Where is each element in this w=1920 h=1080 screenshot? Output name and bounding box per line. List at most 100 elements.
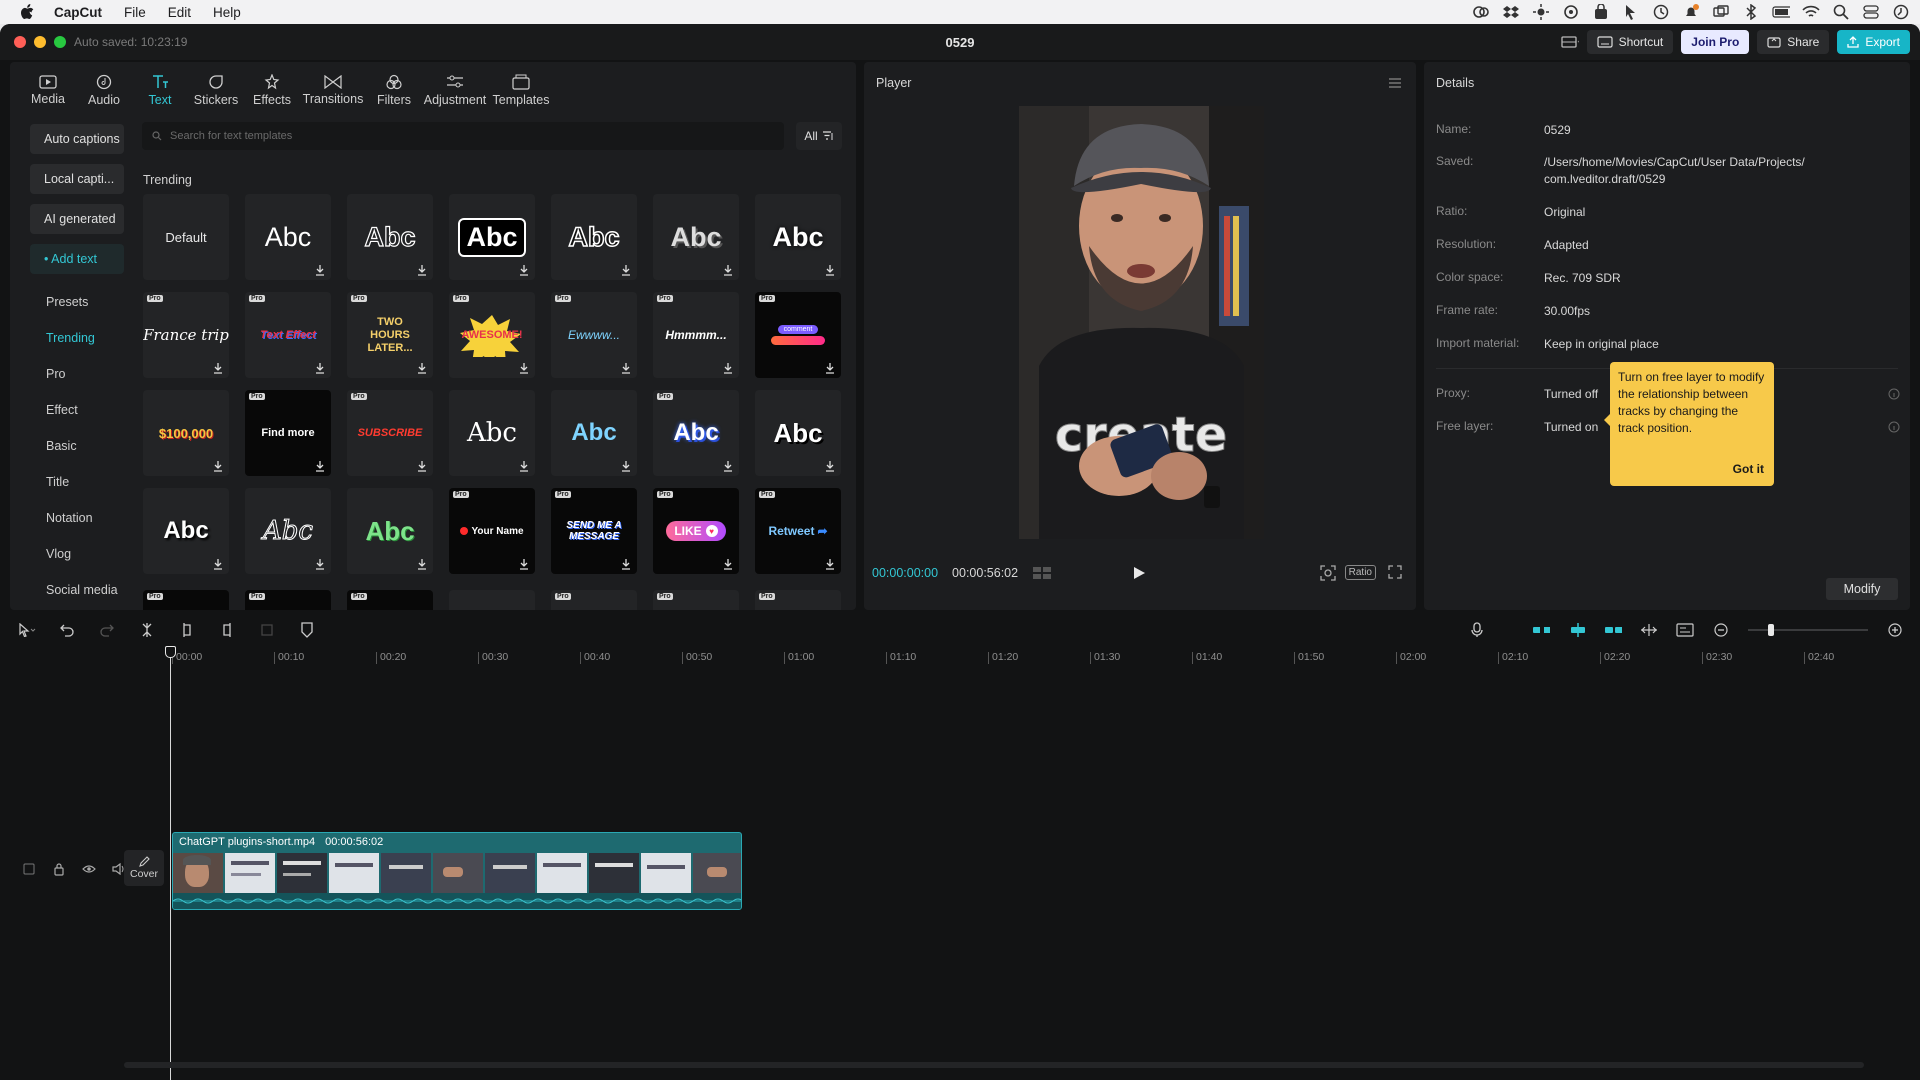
sidebar-item-notation[interactable]: Notation bbox=[20, 500, 132, 536]
template-your-name[interactable]: Pro Your Name bbox=[449, 488, 535, 574]
linkage-icon[interactable] bbox=[1604, 621, 1622, 639]
timeline-ruler[interactable]: 00:00 00:10 00:20 00:30 00:40 00:50 01:0… bbox=[172, 648, 1912, 668]
marker-icon[interactable] bbox=[298, 621, 316, 639]
template-default[interactable]: Default bbox=[143, 194, 229, 280]
zoom-in-icon[interactable] bbox=[1886, 621, 1904, 639]
sync-icon[interactable] bbox=[1562, 3, 1580, 21]
detail-value[interactable]: Turned off bbox=[1544, 386, 1598, 403]
download-icon[interactable] bbox=[519, 362, 529, 374]
timeline-horizontal-scrollbar[interactable] bbox=[124, 1062, 1864, 1068]
search-input[interactable]: Search for text templates bbox=[142, 122, 784, 150]
hide-track-icon[interactable] bbox=[80, 860, 98, 878]
sidebar-item-effect[interactable]: Effect bbox=[20, 392, 132, 428]
download-icon[interactable] bbox=[417, 362, 427, 374]
template-two-hours-later[interactable]: Pro TWO HOURS LATER... bbox=[347, 292, 433, 378]
brightness-icon[interactable] bbox=[1532, 3, 1550, 21]
close-window-button[interactable] bbox=[14, 36, 26, 48]
bluetooth-icon[interactable] bbox=[1742, 3, 1760, 21]
download-icon[interactable] bbox=[723, 362, 733, 374]
template-abc-black-box[interactable]: Abc bbox=[449, 194, 535, 280]
zoom-window-button[interactable] bbox=[54, 36, 66, 48]
template-partial[interactable]: Pro bbox=[347, 590, 433, 610]
screens-icon[interactable] bbox=[1712, 3, 1730, 21]
detail-value[interactable]: Turned on bbox=[1544, 419, 1598, 436]
control-center-icon[interactable] bbox=[1862, 3, 1880, 21]
template-partial[interactable]: Pro bbox=[755, 590, 841, 610]
tab-stickers[interactable]: Stickers bbox=[188, 66, 244, 114]
download-icon[interactable] bbox=[213, 558, 223, 570]
template-abc-stroke[interactable]: Abc bbox=[551, 194, 637, 280]
template-abc-white-shadow[interactable]: Abc bbox=[143, 488, 229, 574]
lock-track-icon[interactable] bbox=[50, 860, 68, 878]
download-icon[interactable] bbox=[519, 264, 529, 276]
sidebar-item-social-media[interactable]: Social media bbox=[20, 572, 132, 608]
trim-right-icon[interactable] bbox=[218, 621, 236, 639]
sidebar-item-vlog[interactable]: Vlog bbox=[20, 536, 132, 572]
download-icon[interactable] bbox=[621, 460, 631, 472]
template-partial[interactable]: Pro bbox=[653, 590, 739, 610]
download-icon[interactable] bbox=[723, 460, 733, 472]
split-icon[interactable] bbox=[138, 621, 156, 639]
download-icon[interactable] bbox=[519, 558, 529, 570]
template-abc-plain[interactable]: Abc bbox=[245, 194, 331, 280]
redo-icon[interactable] bbox=[98, 621, 116, 639]
tab-media[interactable]: Media bbox=[20, 66, 76, 114]
auto-captions-button[interactable]: Auto captions bbox=[30, 124, 124, 154]
menu-edit[interactable]: Edit bbox=[168, 5, 191, 20]
track-select-icon[interactable] bbox=[20, 860, 38, 878]
modify-button[interactable]: Modify bbox=[1826, 578, 1898, 600]
sidebar-item-pro[interactable]: Pro bbox=[20, 356, 132, 392]
template-like[interactable]: Pro LIKE ♥ bbox=[653, 488, 739, 574]
download-icon[interactable] bbox=[825, 460, 835, 472]
sidebar-item-title[interactable]: Title bbox=[20, 464, 132, 500]
template-abc-serif[interactable]: Abc bbox=[449, 390, 535, 476]
snapshot-icon[interactable] bbox=[1320, 565, 1336, 584]
download-icon[interactable] bbox=[315, 264, 325, 276]
cursor-icon[interactable] bbox=[1622, 3, 1640, 21]
local-captions-button[interactable]: Local capti... bbox=[30, 164, 124, 194]
add-text-button[interactable]: • Add text bbox=[30, 244, 124, 274]
microphone-icon[interactable] bbox=[1468, 621, 1486, 639]
download-icon[interactable] bbox=[825, 264, 835, 276]
download-icon[interactable] bbox=[213, 362, 223, 374]
video-preview[interactable]: create bbox=[1019, 106, 1264, 539]
video-clip[interactable]: ChatGPT plugins-short.mp4 00:00:56:02 bbox=[172, 832, 742, 910]
join-pro-button[interactable]: Join Pro bbox=[1681, 30, 1750, 54]
sidebar-item-trending[interactable]: Trending bbox=[20, 320, 132, 356]
template-partial[interactable]: Pro bbox=[245, 590, 331, 610]
download-icon[interactable] bbox=[315, 362, 325, 374]
minimize-window-button[interactable] bbox=[34, 36, 46, 48]
template-abc-cyan[interactable]: Abc bbox=[551, 390, 637, 476]
notification-icon[interactable] bbox=[1682, 3, 1700, 21]
shortcut-button[interactable]: Shortcut bbox=[1586, 30, 1674, 54]
dropbox-icon[interactable] bbox=[1502, 3, 1520, 21]
template-find-more[interactable]: Pro Find more bbox=[245, 390, 331, 476]
layout-icon[interactable] bbox=[1560, 33, 1579, 51]
undo-icon[interactable] bbox=[58, 621, 76, 639]
wifi-icon[interactable] bbox=[1802, 3, 1820, 21]
ai-generated-button[interactable]: AI generated bbox=[30, 204, 124, 234]
template-money[interactable]: $100,000 bbox=[143, 390, 229, 476]
got-it-button[interactable]: Got it bbox=[1733, 461, 1764, 478]
menu-help[interactable]: Help bbox=[213, 5, 241, 20]
ratio-button[interactable]: Ratio bbox=[1344, 565, 1376, 580]
template-abc-outline[interactable]: Abc bbox=[347, 194, 433, 280]
template-abc-shadow[interactable]: Abc bbox=[755, 194, 841, 280]
download-icon[interactable] bbox=[723, 264, 733, 276]
template-send-message[interactable]: Pro SEND ME A MESSAGE bbox=[551, 488, 637, 574]
tab-audio[interactable]: Audio bbox=[76, 66, 132, 114]
template-partial[interactable]: Pro bbox=[551, 590, 637, 610]
download-icon[interactable] bbox=[315, 460, 325, 472]
trim-left-icon[interactable] bbox=[178, 621, 196, 639]
download-icon[interactable] bbox=[825, 558, 835, 570]
template-text-effect[interactable]: Pro Text Effect bbox=[245, 292, 331, 378]
download-icon[interactable] bbox=[213, 460, 223, 472]
sidebar-item-presets[interactable]: Presets bbox=[20, 284, 132, 320]
track-view-icon[interactable] bbox=[1676, 621, 1694, 639]
zoom-out-icon[interactable] bbox=[1712, 621, 1730, 639]
template-abc-blue-glow[interactable]: Pro Abc bbox=[653, 390, 739, 476]
playhead-handle[interactable] bbox=[165, 646, 176, 658]
template-partial[interactable]: Pro bbox=[143, 590, 229, 610]
tab-effects[interactable]: Effects bbox=[244, 66, 300, 114]
free-layer-info-icon[interactable] bbox=[1888, 421, 1900, 436]
